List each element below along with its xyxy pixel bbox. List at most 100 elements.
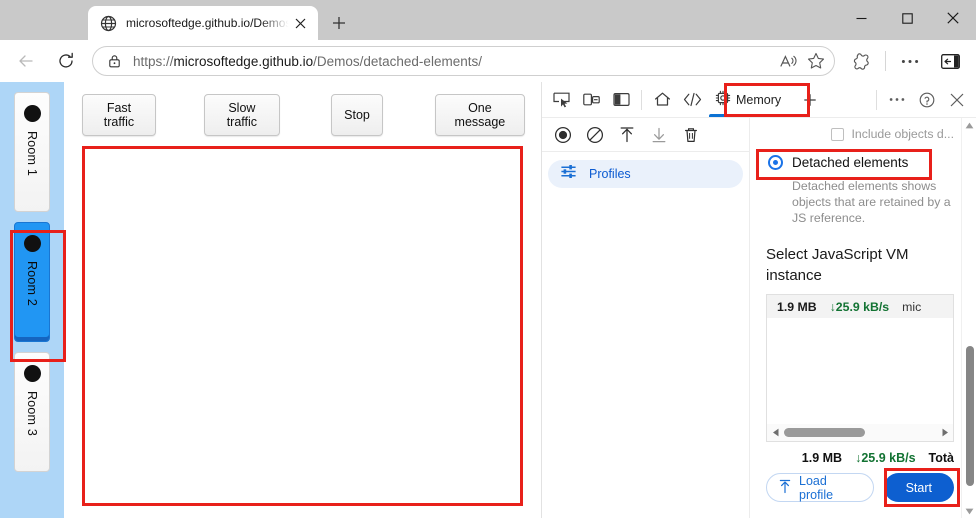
vm-list-item[interactable]: 1.9 MB ↓25.9 kB/s mic xyxy=(767,295,953,318)
reload-icon[interactable] xyxy=(49,44,83,78)
load-profile-button[interactable]: Load profile xyxy=(766,473,874,502)
add-tab-button[interactable] xyxy=(795,86,825,114)
sidebar-item-profiles[interactable]: Profiles xyxy=(548,160,743,188)
include-objects-row: Include objects d... xyxy=(766,127,954,141)
fast-traffic-button[interactable]: Fast traffic xyxy=(82,94,156,136)
tab-memory[interactable]: Memory xyxy=(707,83,789,117)
detached-elements-radio[interactable] xyxy=(768,155,783,170)
devtools-tabbar: Memory xyxy=(542,82,976,118)
content-split: Room 1 Room 2 Room 3 Fast traffic Slow t… xyxy=(0,82,976,518)
upload-icon xyxy=(778,479,792,497)
panel-button-row: Load profile Start xyxy=(766,473,954,502)
totals-row: 1.9 MB ↓25.9 kB/s Totà xyxy=(766,451,954,465)
vscroll-track[interactable] xyxy=(962,132,976,504)
sidebar-icon[interactable] xyxy=(933,44,967,78)
room-status-dot xyxy=(24,365,41,382)
dock-panel-icon[interactable] xyxy=(606,86,636,114)
hscroll-thumb[interactable] xyxy=(784,428,865,437)
scroll-left-arrow-icon[interactable] xyxy=(769,428,782,437)
detached-elements-group: Detached elements xyxy=(766,151,954,174)
url-path: /Demos/detached-elements/ xyxy=(313,54,482,69)
inspect-element-icon[interactable] xyxy=(546,86,576,114)
tab-close-icon[interactable] xyxy=(290,13,310,33)
room-button-2[interactable]: Room 2 xyxy=(14,222,50,342)
tabbar-divider-right xyxy=(876,90,877,110)
select-vm-title: Select JavaScript VM instance xyxy=(766,244,954,286)
device-emulation-icon[interactable] xyxy=(576,86,606,114)
url-host: microsoftedge.github.io xyxy=(174,54,314,69)
room-label: Room 2 xyxy=(25,261,39,306)
message-list-area[interactable] xyxy=(82,146,523,506)
memory-options-pane: Include objects d... Detached elements D… xyxy=(750,118,976,518)
vscroll-thumb[interactable] xyxy=(966,346,974,486)
page-scrollbar[interactable] xyxy=(528,82,541,518)
sliders-icon xyxy=(560,163,577,185)
close-window-button[interactable] xyxy=(930,0,976,36)
slow-traffic-button[interactable]: Slow traffic xyxy=(204,94,280,136)
help-icon[interactable] xyxy=(912,86,942,114)
home-icon[interactable] xyxy=(647,86,677,114)
close-devtools-icon[interactable] xyxy=(942,86,972,114)
room-label: Room 3 xyxy=(25,391,39,436)
minimize-button[interactable] xyxy=(838,0,884,36)
toolbar-divider xyxy=(885,51,886,71)
rooms-sidebar: Room 1 Room 2 Room 3 xyxy=(0,82,64,518)
vm-memory: 1.9 MB xyxy=(777,300,817,314)
include-objects-checkbox[interactable] xyxy=(831,128,844,141)
memory-action-bar xyxy=(542,118,749,152)
url-text: https://microsoftedge.github.io/Demos/de… xyxy=(133,54,774,69)
address-bar[interactable]: https://microsoftedge.github.io/Demos/de… xyxy=(92,46,835,76)
more-tools-icon[interactable] xyxy=(882,86,912,114)
devtools-left-pane: Profiles xyxy=(542,118,750,518)
devtools-vscrollbar[interactable] xyxy=(961,118,976,518)
url-scheme: https:// xyxy=(133,54,174,69)
collections-icon[interactable] xyxy=(844,44,878,78)
download-icon[interactable] xyxy=(644,121,674,149)
star-icon[interactable] xyxy=(802,47,830,75)
browser-toolbar: https://microsoftedge.github.io/Demos/de… xyxy=(0,40,976,82)
room-status-dot xyxy=(24,235,41,252)
one-message-button[interactable]: One message xyxy=(435,94,525,136)
total-memory: 1.9 MB xyxy=(802,451,842,465)
vm-instance-list: 1.9 MB ↓25.9 kB/s mic xyxy=(766,294,954,442)
devtools-panel: Memory xyxy=(541,82,976,518)
detached-elements-description: Detached elements shows objects that are… xyxy=(792,178,954,226)
upload-icon[interactable] xyxy=(612,121,642,149)
room-button-3[interactable]: Room 3 xyxy=(14,352,50,472)
detached-elements-option[interactable]: Detached elements xyxy=(766,151,954,174)
room-button-1[interactable]: Room 1 xyxy=(14,92,50,212)
hscroll-track[interactable] xyxy=(782,424,938,441)
scroll-down-arrow-icon[interactable] xyxy=(965,504,974,518)
lock-icon xyxy=(103,50,125,72)
trash-icon[interactable] xyxy=(676,121,706,149)
devtools-tabbar-right xyxy=(871,86,972,114)
memory-chip-icon xyxy=(715,90,731,109)
total-network: ↓25.9 kB/s xyxy=(855,451,915,465)
vm-list-empty-space xyxy=(767,318,953,424)
read-aloud-icon[interactable] xyxy=(774,47,802,75)
scroll-up-arrow-icon[interactable] xyxy=(965,118,974,132)
window-controls xyxy=(838,0,976,36)
maximize-button[interactable] xyxy=(884,0,930,36)
no-entry-icon[interactable] xyxy=(580,121,610,149)
browser-tab[interactable]: microsoftedge.github.io/Demos/d xyxy=(88,6,318,40)
page-main: Fast traffic Slow traffic Stop One messa… xyxy=(64,82,541,518)
code-brackets-icon[interactable] xyxy=(677,86,707,114)
toolbar-right-actions xyxy=(841,44,970,78)
traffic-button-row: Fast traffic Slow traffic Stop One messa… xyxy=(64,82,541,146)
start-button[interactable]: Start xyxy=(884,473,954,502)
record-icon[interactable] xyxy=(548,121,578,149)
vm-list-hscrollbar[interactable] xyxy=(767,424,953,441)
tab-memory-label: Memory xyxy=(736,93,781,107)
back-arrow-icon[interactable] xyxy=(9,44,43,78)
profiles-label: Profiles xyxy=(589,167,631,181)
devtools-body: Profiles Include objects d... Detached e… xyxy=(542,118,976,518)
include-objects-label: Include objects d... xyxy=(851,127,954,141)
stop-button[interactable]: Stop xyxy=(331,94,383,136)
browser-window: microsoftedge.github.io/Demos/d xyxy=(0,0,976,518)
tab-title: microsoftedge.github.io/Demos/d xyxy=(126,16,290,30)
load-profile-label: Load profile xyxy=(799,474,859,502)
more-options-icon[interactable] xyxy=(893,44,927,78)
scroll-right-arrow-icon[interactable] xyxy=(938,428,951,437)
new-tab-button[interactable] xyxy=(324,8,354,38)
